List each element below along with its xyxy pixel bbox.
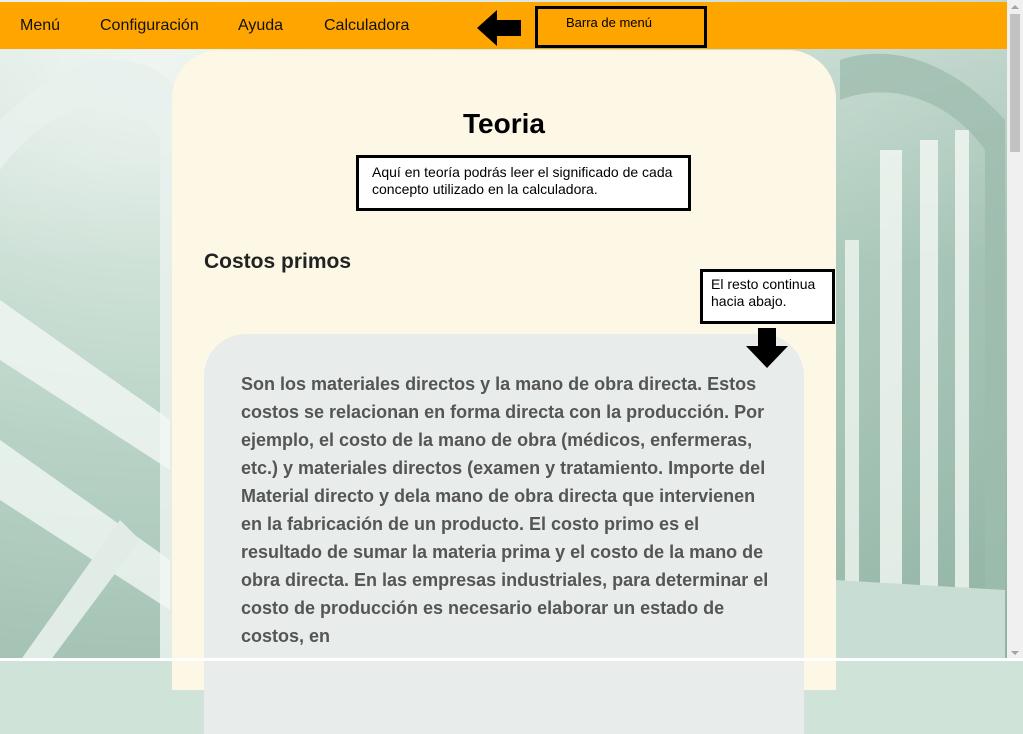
section-text: Son los materiales directos y la mano de…	[241, 374, 769, 646]
content-card: Teoria Costos primos Son los materiales …	[172, 50, 836, 734]
section-heading: Costos primos	[204, 250, 352, 273]
scroll-up-button[interactable]	[1007, 0, 1023, 14]
vertical-scrollbar[interactable]	[1007, 0, 1023, 661]
section-card: Son los materiales directos y la mano de…	[204, 334, 804, 734]
menu-item-calculadora[interactable]: Calculadora	[324, 17, 409, 35]
menu-item-ayuda[interactable]: Ayuda	[238, 17, 283, 35]
arrow-left-icon	[477, 10, 521, 46]
theory-annotation: Aquí en teoría podrás leer el significad…	[356, 155, 691, 211]
page-title: Teoria	[463, 108, 545, 139]
scroll-thumb[interactable]	[1010, 14, 1020, 152]
menubar-annotation: Barra de menú	[535, 6, 707, 48]
arrow-down-icon	[746, 328, 788, 368]
menu-bar: Menú Configuración Ayuda Calculadora	[0, 2, 1007, 49]
menu-item-menu[interactable]: Menú	[20, 17, 60, 35]
scroll-annotation: El resto continua hacia abajo.	[700, 269, 835, 324]
menu-item-configuracion[interactable]: Configuración	[100, 17, 199, 35]
